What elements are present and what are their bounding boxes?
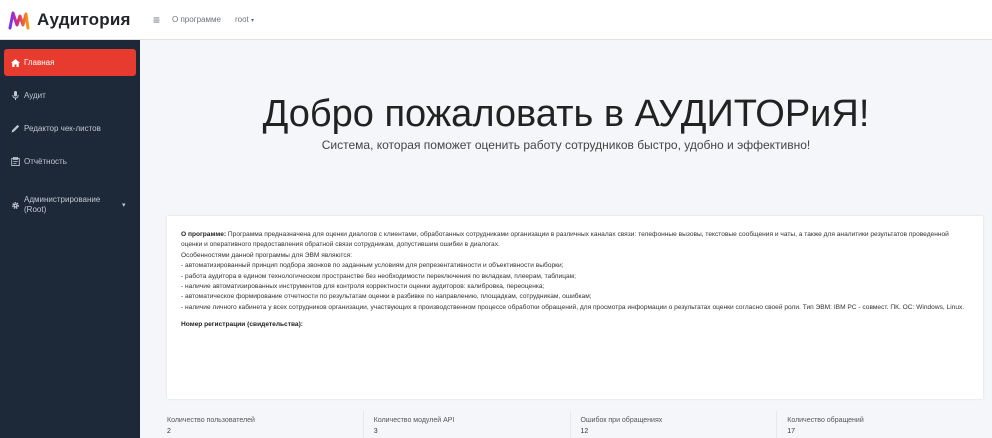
about-card: О программе: Программа предназначена для…: [167, 216, 983, 399]
microphone-icon: [9, 91, 21, 100]
sidebar-item-audit[interactable]: Аудит: [4, 82, 136, 109]
sidebar-nav: Главная Аудит Редактор чек-листов Отчётн…: [0, 40, 140, 223]
page-title: Добро пожаловать в АУДИТОРиЯ!: [262, 93, 870, 135]
feature-item: - автоматическое формирование отчетности…: [181, 293, 592, 301]
sidebar-item-label: Главная: [24, 58, 55, 67]
user-menu[interactable]: root ▾: [235, 15, 254, 24]
stat-value: 12: [580, 428, 589, 435]
main-content: Добро пожаловать в АУДИТОРиЯ! Система, к…: [140, 41, 992, 438]
stat-users: Количество пользователей 2: [157, 411, 364, 438]
feature-item: - наличие автоматизированных инструменто…: [181, 283, 545, 291]
about-intro: О программе: Программа предназначена для…: [181, 230, 969, 251]
stat-value: 17: [787, 428, 796, 435]
pencil-icon: [9, 124, 21, 133]
brand[interactable]: Аудитория: [0, 0, 140, 40]
stat-request-errors: Ошибок при обращениях 12: [571, 411, 778, 438]
top-navbar: ≡ О программе root ▾: [140, 0, 992, 40]
feature-item: - работа аудитора в едином технологическ…: [181, 272, 577, 280]
audio-wave-logo-icon: [8, 11, 30, 29]
about-link[interactable]: О программе: [172, 15, 221, 24]
sidebar-item-administration[interactable]: Администрирование (Root) ▾: [4, 187, 136, 223]
stat-label: Количество обращений: [787, 417, 864, 424]
sidebar-item-label: Отчётность: [24, 157, 67, 166]
stat-label: Ошибок при обращениях: [580, 417, 663, 424]
sidebar-item-reports[interactable]: Отчётность: [4, 148, 136, 175]
stat-label: Количество модулей API: [373, 417, 455, 424]
feature-item: - автоматизированный принцип подбора зво…: [181, 262, 564, 270]
user-name: root: [234, 15, 249, 24]
stat-value: 2: [167, 428, 171, 435]
features-title: Особенностями данной программы для ЭВМ я…: [181, 251, 353, 259]
sidebar: Аудитория Главная Аудит Редактор чек-лис…: [0, 0, 140, 438]
sidebar-item-label: Редактор чек-листов: [24, 124, 101, 133]
stats-row: Количество пользователей 2 Количество мо…: [157, 411, 983, 438]
stat-api-modules: Количество модулей API 3: [364, 411, 571, 438]
brand-name: Аудитория: [37, 9, 131, 29]
about-intro-text: Программа предназначена для оценки диало…: [181, 231, 949, 249]
page-subtitle: Система, которая поможет оценить работу …: [321, 138, 811, 152]
sidebar-item-label: Аудит: [24, 91, 46, 100]
home-icon: [9, 58, 21, 67]
sidebar-item-home[interactable]: Главная: [4, 49, 136, 76]
stat-value: 3: [373, 428, 378, 435]
chevron-down-icon: ▾: [251, 18, 255, 24]
sidebar-item-label: Администрирование (Root): [24, 195, 101, 214]
feature-item: - наличие личного кабинета у всех сотруд…: [181, 303, 965, 311]
sidebar-item-checklist-editor[interactable]: Редактор чек-листов: [4, 115, 136, 142]
about-heading: О программе:: [181, 231, 227, 238]
gear-icon: [9, 201, 21, 210]
chevron-down-icon: ▾: [122, 202, 126, 209]
registration-number: Номер регистрации (свидетельства):: [181, 321, 303, 329]
stat-label: Количество пользователей: [167, 417, 255, 424]
report-icon: [9, 157, 21, 166]
stat-requests: Количество обращений 17: [777, 411, 983, 438]
hamburger-icon[interactable]: ≡: [153, 13, 160, 27]
